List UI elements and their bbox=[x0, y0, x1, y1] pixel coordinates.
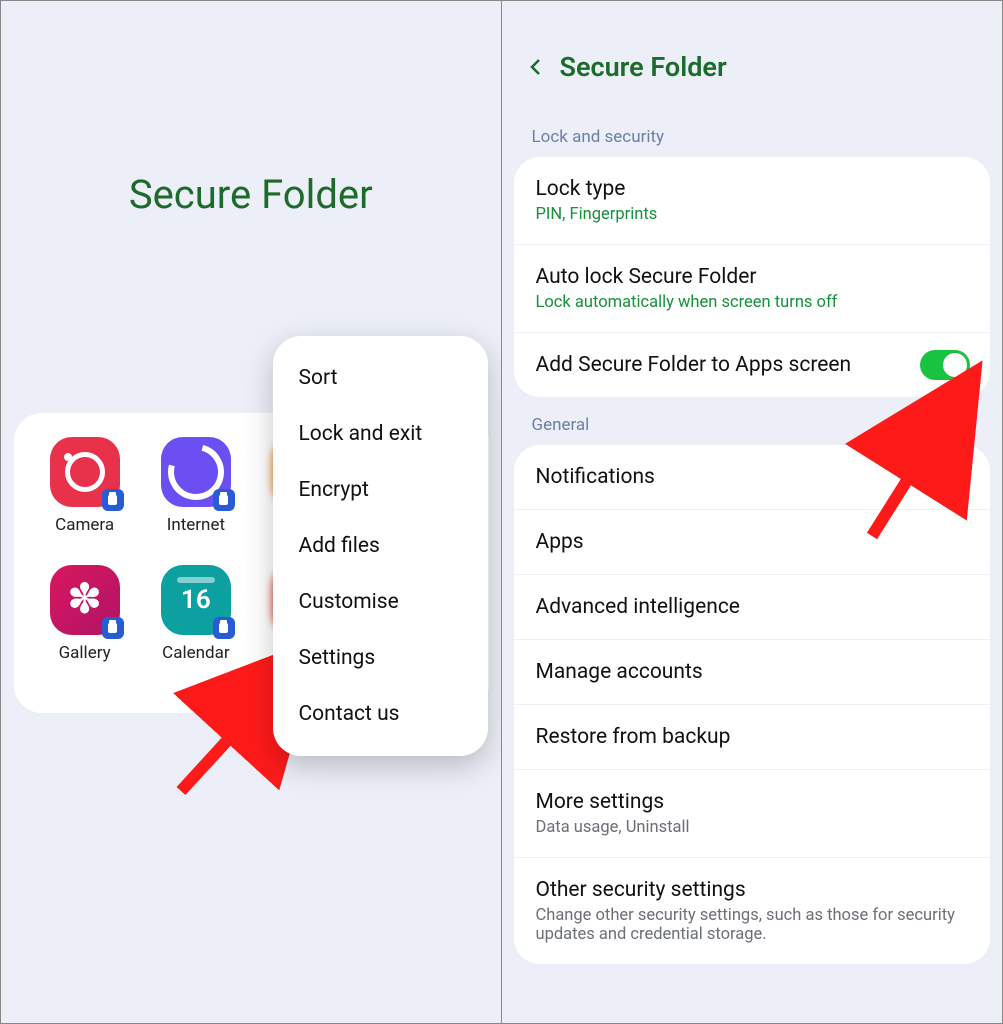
gallery-icon bbox=[50, 565, 120, 635]
row-title: Manage accounts bbox=[536, 660, 969, 684]
row-advanced-intelligence[interactable]: Advanced intelligence bbox=[514, 575, 991, 640]
app-label: Calendar bbox=[162, 643, 229, 663]
camera-icon bbox=[50, 437, 120, 507]
lock-badge-icon bbox=[102, 617, 124, 639]
menu-encrypt[interactable]: Encrypt bbox=[273, 462, 488, 518]
secure-folder-screen: Secure Folder Camera Internet . . bbox=[1, 1, 502, 1023]
lock-security-card: Lock type PIN, Fingerprints Auto lock Se… bbox=[514, 157, 991, 397]
row-title: Restore from backup bbox=[536, 725, 969, 749]
menu-sort[interactable]: Sort bbox=[273, 350, 488, 406]
row-sub: PIN, Fingerprints bbox=[536, 205, 969, 224]
page-title: Secure Folder bbox=[560, 51, 727, 83]
overflow-menu: Sort Lock and exit Encrypt Add files Cus… bbox=[273, 336, 488, 756]
row-sub: Lock automatically when screen turns off bbox=[536, 293, 969, 312]
app-label: Gallery bbox=[59, 643, 111, 663]
menu-contact-us[interactable]: Contact us bbox=[273, 686, 488, 742]
general-card: Notifications Apps Advanced intelligence… bbox=[514, 445, 991, 964]
row-lock-type[interactable]: Lock type PIN, Fingerprints bbox=[514, 157, 991, 245]
row-auto-lock[interactable]: Auto lock Secure Folder Lock automatical… bbox=[514, 245, 991, 333]
row-manage-accounts[interactable]: Manage accounts bbox=[514, 640, 991, 705]
row-title: More settings bbox=[536, 790, 969, 814]
row-title: Other security settings bbox=[536, 878, 969, 902]
menu-lock-and-exit[interactable]: Lock and exit bbox=[273, 406, 488, 462]
app-calendar[interactable]: Calendar bbox=[145, 565, 246, 663]
row-sub: Data usage, Uninstall bbox=[536, 818, 969, 837]
section-label-general: General bbox=[502, 397, 1003, 445]
row-title: Notifications bbox=[536, 465, 969, 489]
secure-folder-settings-screen: Secure Folder Lock and security Lock typ… bbox=[502, 1, 1003, 1023]
toggle-add-to-apps[interactable] bbox=[920, 350, 970, 380]
menu-customise[interactable]: Customise bbox=[273, 574, 488, 630]
internet-icon bbox=[161, 437, 231, 507]
row-add-to-apps[interactable]: Add Secure Folder to Apps screen bbox=[514, 333, 991, 397]
back-button[interactable] bbox=[526, 57, 546, 77]
row-apps[interactable]: Apps bbox=[514, 510, 991, 575]
menu-add-files[interactable]: Add files bbox=[273, 518, 488, 574]
menu-settings[interactable]: Settings bbox=[273, 630, 488, 686]
lock-badge-icon bbox=[213, 617, 235, 639]
app-internet[interactable]: Internet bbox=[145, 437, 246, 535]
row-title: Lock type bbox=[536, 177, 969, 201]
row-other-security[interactable]: Other security settings Change other sec… bbox=[514, 858, 991, 964]
row-title: Auto lock Secure Folder bbox=[536, 265, 969, 289]
lock-badge-icon bbox=[102, 489, 124, 511]
row-title: Add Secure Folder to Apps screen bbox=[536, 353, 969, 377]
calendar-icon bbox=[161, 565, 231, 635]
row-title: Advanced intelligence bbox=[536, 595, 969, 619]
app-camera[interactable]: Camera bbox=[34, 437, 135, 535]
app-label: Internet bbox=[167, 515, 225, 535]
page-title: Secure Folder bbox=[1, 171, 501, 218]
app-gallery[interactable]: Gallery bbox=[34, 565, 135, 663]
lock-badge-icon bbox=[213, 489, 235, 511]
section-label-lock: Lock and security bbox=[502, 109, 1003, 157]
row-notifications[interactable]: Notifications bbox=[514, 445, 991, 510]
row-restore-backup[interactable]: Restore from backup bbox=[514, 705, 991, 770]
row-sub: Change other security settings, such as … bbox=[536, 906, 969, 944]
row-more-settings[interactable]: More settings Data usage, Uninstall bbox=[514, 770, 991, 858]
row-title: Apps bbox=[536, 530, 969, 554]
app-label: Camera bbox=[55, 515, 114, 535]
